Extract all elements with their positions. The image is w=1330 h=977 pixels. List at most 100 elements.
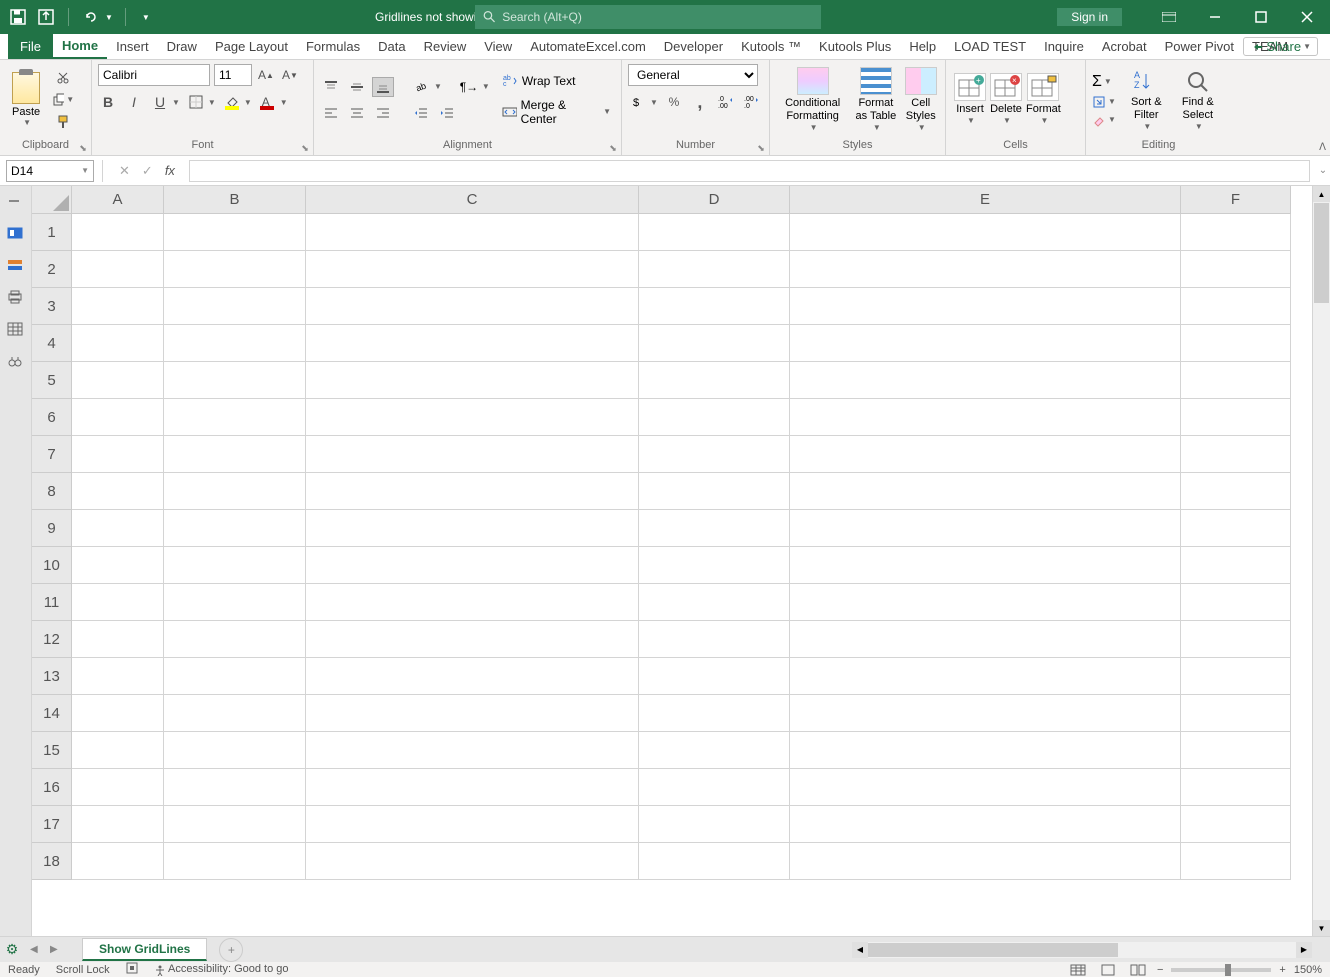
paste-button[interactable]: Paste ▼ xyxy=(6,70,46,129)
cell[interactable] xyxy=(1181,214,1291,251)
rail-card-icon[interactable] xyxy=(7,226,25,244)
fx-icon[interactable]: fx xyxy=(165,163,175,178)
cell[interactable] xyxy=(72,732,164,769)
cell[interactable] xyxy=(164,362,306,399)
column-header[interactable]: B xyxy=(164,186,306,214)
tab-developer[interactable]: Developer xyxy=(655,34,732,59)
cell[interactable] xyxy=(1181,436,1291,473)
cell[interactable] xyxy=(164,214,306,251)
tab-review[interactable]: Review xyxy=(415,34,476,59)
cell[interactable] xyxy=(639,288,790,325)
cell[interactable] xyxy=(639,547,790,584)
cell[interactable] xyxy=(790,695,1181,732)
name-box[interactable]: D14 ▼ xyxy=(6,160,94,182)
cell[interactable] xyxy=(164,843,306,880)
bold-button[interactable]: B xyxy=(98,92,118,112)
close-icon[interactable] xyxy=(1284,0,1330,34)
cell[interactable] xyxy=(164,251,306,288)
comma-format-icon[interactable]: , xyxy=(690,92,710,112)
align-top-icon[interactable] xyxy=(320,77,342,97)
cell[interactable] xyxy=(72,584,164,621)
clipboard-launcher[interactable]: ⬊ xyxy=(77,143,89,155)
align-left-icon[interactable] xyxy=(320,103,342,123)
cell[interactable] xyxy=(1181,473,1291,510)
cell[interactable] xyxy=(306,214,639,251)
cell-styles-button[interactable]: Cell Styles▼ xyxy=(902,65,939,135)
row-header[interactable]: 7 xyxy=(32,436,72,473)
row-header[interactable]: 2 xyxy=(32,251,72,288)
format-cells-button[interactable]: Format▼ xyxy=(1024,71,1063,128)
row-header[interactable]: 1 xyxy=(32,214,72,251)
cell[interactable] xyxy=(306,843,639,880)
tab-formulas[interactable]: Formulas xyxy=(297,34,369,59)
align-bottom-icon[interactable] xyxy=(372,77,394,97)
cut-icon[interactable] xyxy=(52,69,74,87)
row-header[interactable]: 3 xyxy=(32,288,72,325)
tab-automate[interactable]: AutomateExcel.com xyxy=(521,34,655,59)
cancel-formula-icon[interactable]: ✕ xyxy=(119,163,130,179)
cell[interactable] xyxy=(306,621,639,658)
cell[interactable] xyxy=(790,547,1181,584)
cell[interactable] xyxy=(790,732,1181,769)
cell[interactable] xyxy=(639,399,790,436)
cell[interactable] xyxy=(164,658,306,695)
fill-button[interactable]: ▼ xyxy=(1092,95,1116,109)
row-header[interactable]: 16 xyxy=(32,769,72,806)
accounting-format-icon[interactable]: $ xyxy=(628,92,648,112)
cell[interactable] xyxy=(72,214,164,251)
tab-view[interactable]: View xyxy=(475,34,521,59)
search-box[interactable] xyxy=(475,5,821,29)
cell[interactable] xyxy=(72,288,164,325)
tab-home[interactable]: Home xyxy=(53,34,107,59)
cell[interactable] xyxy=(790,288,1181,325)
cell[interactable] xyxy=(306,658,639,695)
cell[interactable] xyxy=(1181,584,1291,621)
cell[interactable] xyxy=(306,695,639,732)
sheet-nav-next[interactable]: ▶ xyxy=(50,944,66,955)
zoom-level[interactable]: 150% xyxy=(1294,964,1322,976)
tab-powerpivot[interactable]: Power Pivot xyxy=(1156,34,1243,59)
cell[interactable] xyxy=(1181,510,1291,547)
decrease-indent-icon[interactable] xyxy=(410,103,432,123)
cell[interactable] xyxy=(164,806,306,843)
cell[interactable] xyxy=(72,695,164,732)
maximize-icon[interactable] xyxy=(1238,0,1284,34)
wrap-text-button[interactable]: abc Wrap Text xyxy=(498,72,615,90)
align-right-icon[interactable] xyxy=(372,103,394,123)
signin-button[interactable]: Sign in xyxy=(1057,8,1122,26)
cell[interactable] xyxy=(790,251,1181,288)
cell[interactable] xyxy=(1181,288,1291,325)
collapse-ribbon-icon[interactable]: ᐱ xyxy=(1319,142,1326,153)
undo-icon[interactable] xyxy=(81,7,101,27)
status-macro-icon[interactable] xyxy=(126,962,138,977)
borders-dropdown[interactable]: ▼ xyxy=(208,98,216,107)
row-header[interactable]: 5 xyxy=(32,362,72,399)
cell[interactable] xyxy=(72,325,164,362)
text-direction-icon[interactable]: ¶→ xyxy=(458,77,480,97)
cell[interactable] xyxy=(1181,399,1291,436)
tab-loadtest[interactable]: LOAD TEST xyxy=(945,34,1035,59)
cell[interactable] xyxy=(1181,251,1291,288)
tab-draw[interactable]: Draw xyxy=(158,34,206,59)
column-header[interactable]: D xyxy=(639,186,790,214)
cell[interactable] xyxy=(72,547,164,584)
cell[interactable] xyxy=(790,584,1181,621)
row-header[interactable]: 12 xyxy=(32,621,72,658)
cell[interactable] xyxy=(164,547,306,584)
row-header[interactable]: 11 xyxy=(32,584,72,621)
zoom-out-button[interactable]: − xyxy=(1157,964,1163,976)
align-middle-icon[interactable] xyxy=(346,77,368,97)
cell[interactable] xyxy=(639,695,790,732)
cell[interactable] xyxy=(639,251,790,288)
decrease-decimal-icon[interactable]: .00.0 xyxy=(742,92,762,112)
cell[interactable] xyxy=(639,473,790,510)
fill-color-button[interactable] xyxy=(222,92,242,112)
tab-kutools[interactable]: Kutools ™ xyxy=(732,34,810,59)
find-select-button[interactable]: Find & Select▼ xyxy=(1171,66,1225,134)
font-name-input[interactable] xyxy=(98,64,210,86)
cell[interactable] xyxy=(790,325,1181,362)
conditional-formatting-button[interactable]: Conditional Formatting▼ xyxy=(776,65,849,135)
share-button[interactable]: Share ▼ xyxy=(1243,37,1318,56)
column-header[interactable]: A xyxy=(72,186,164,214)
row-header[interactable]: 9 xyxy=(32,510,72,547)
